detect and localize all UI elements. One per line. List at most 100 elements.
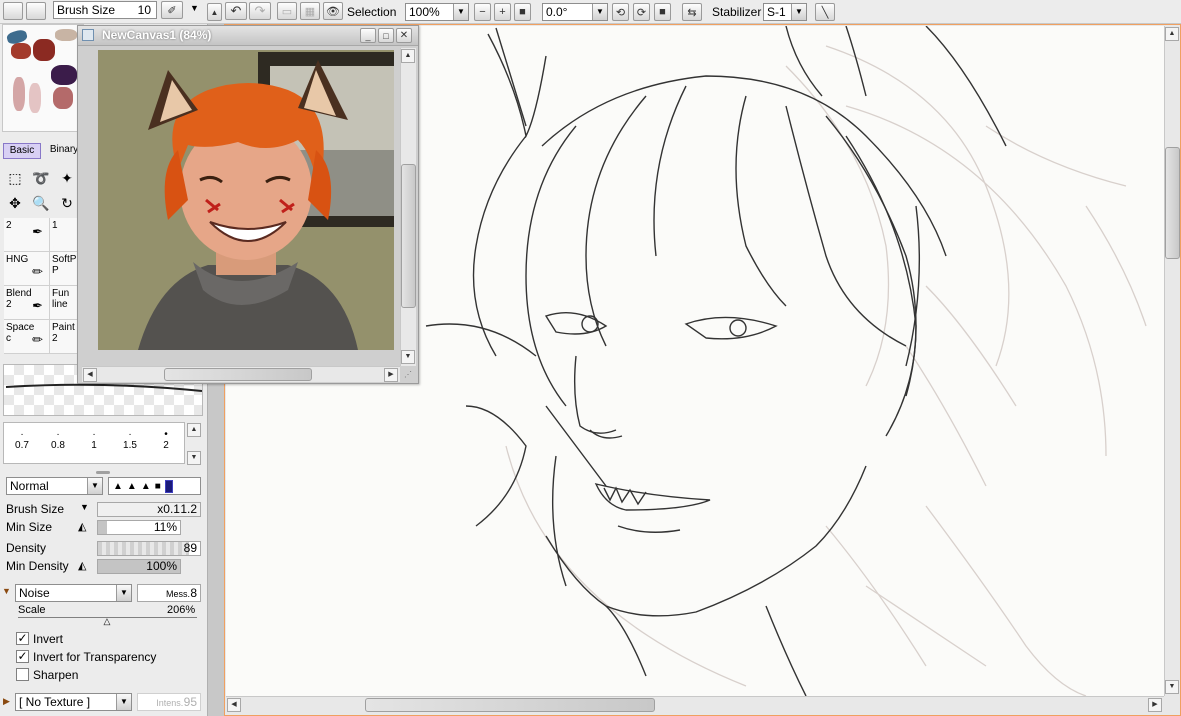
density-slider[interactable]: 89 xyxy=(97,541,201,556)
rect-select-icon[interactable]: ⬚ xyxy=(4,167,26,189)
pressure-icon[interactable]: ◭ xyxy=(78,520,86,533)
zoom-out-button[interactable]: − xyxy=(474,3,491,21)
shape-square-icon[interactable]: ■ xyxy=(164,479,173,493)
minimize-button[interactable]: _ xyxy=(360,28,376,43)
blend-mode-arrow[interactable]: ▼ xyxy=(87,478,102,494)
presets-scroll-up[interactable]: ▲ xyxy=(187,423,201,437)
invert-selection-icon[interactable]: ▦ xyxy=(300,2,320,20)
texture2-arrow[interactable]: ▼ xyxy=(116,694,131,710)
shape-medium-icon[interactable]: ▲ xyxy=(127,481,137,492)
redo-icon[interactable]: ↷ xyxy=(249,2,271,20)
brush-size-field[interactable]: Brush Size 10 xyxy=(53,1,157,19)
canvas-vscroll-thumb[interactable] xyxy=(1165,147,1180,260)
size-preset[interactable]: • 2 xyxy=(148,429,184,451)
min-size-fill xyxy=(98,521,108,534)
undo-icon[interactable]: ↶ xyxy=(225,2,247,20)
zoom-reset-button[interactable]: ■ xyxy=(514,3,531,21)
size-preset[interactable]: · 1.5 xyxy=(112,429,148,451)
zoom-icon[interactable]: 🔍 xyxy=(30,192,52,214)
pressure-icon[interactable]: ◭ xyxy=(78,559,86,572)
lasso-icon[interactable]: ➰ xyxy=(30,167,52,189)
selection-eye-icon[interactable]: 👁 xyxy=(323,2,343,20)
expand-arrow-icon[interactable]: ▶ xyxy=(3,696,10,707)
presets-scroll-down[interactable]: ▼ xyxy=(187,451,201,465)
scroll-up-icon[interactable]: ▲ xyxy=(207,3,222,21)
texture2-select[interactable]: [ No Texture ] ▼ xyxy=(15,693,132,711)
left-nav-button[interactable] xyxy=(3,2,23,20)
brush-shape-selector[interactable]: ▲ ▲ ▲ ■ ■ xyxy=(108,477,201,495)
navigator-vertical-scrollbar[interactable]: ▲ ▼ xyxy=(400,48,416,366)
nav-scroll-up[interactable]: ▲ xyxy=(401,49,415,63)
close-button[interactable]: ✕ xyxy=(396,28,412,43)
brush-size-slider[interactable]: x0.1 1.2 xyxy=(97,502,201,517)
right-nav-button[interactable] xyxy=(26,2,46,20)
nav-scroll-down[interactable]: ▼ xyxy=(401,350,415,364)
color-mixer[interactable] xyxy=(2,24,84,132)
scroll-up-arrow[interactable]: ▲ xyxy=(1165,27,1179,41)
brush-cell[interactable]: 1 xyxy=(50,218,78,252)
mess-slider[interactable]: Mess. 8 xyxy=(137,584,201,602)
brush-cell[interactable]: Fun line xyxy=(50,286,78,320)
min-size-slider[interactable]: 11% xyxy=(97,520,181,535)
sharpen-checkbox[interactable] xyxy=(16,668,29,681)
scroll-right-arrow[interactable]: ▶ xyxy=(1148,698,1162,712)
shape-sharp-icon[interactable]: ▲ xyxy=(113,481,123,492)
rotation-dropdown-arrow[interactable]: ▼ xyxy=(592,4,607,20)
nav-hscroll-thumb[interactable] xyxy=(164,368,312,381)
nav-scroll-right[interactable]: ▶ xyxy=(384,368,398,382)
brush-cell[interactable]: Space c ✏ xyxy=(4,320,50,354)
canvas-horizontal-scrollbar[interactable]: ◀ ▶ xyxy=(226,696,1164,713)
size-preset[interactable]: · 1 xyxy=(76,429,112,451)
min-density-label: Min Density xyxy=(6,559,69,573)
brush-cell[interactable]: 2 ✒ xyxy=(4,218,50,252)
brush-cell[interactable]: HNG ✏ xyxy=(4,252,50,286)
shape-flat-icon[interactable]: ■ xyxy=(155,481,161,492)
resize-grip[interactable] xyxy=(96,471,110,474)
brush-cell[interactable]: Blend 2 ✒ xyxy=(4,286,50,320)
zoom-in-button[interactable]: + xyxy=(494,3,511,21)
invert-checkbox[interactable]: ✓ xyxy=(16,632,29,645)
rotate-view-icon[interactable]: ↻ xyxy=(56,192,78,214)
zoom-dropdown-arrow[interactable]: ▼ xyxy=(453,4,468,20)
rotate-left-button[interactable]: ⟲ xyxy=(612,3,629,21)
rotation-select[interactable]: 0.0° ▼ xyxy=(542,3,608,21)
scroll-left-arrow[interactable]: ◀ xyxy=(227,698,241,712)
window-icon xyxy=(82,29,94,41)
tab-basic[interactable]: Basic xyxy=(3,143,41,159)
blend-mode-select[interactable]: Normal ▼ xyxy=(6,477,103,495)
size-preset[interactable]: · 0.7 xyxy=(4,429,40,451)
canvas-hscroll-thumb[interactable] xyxy=(365,698,656,712)
deselect-icon[interactable]: ▭ xyxy=(277,2,297,20)
brush-cell[interactable]: Paint 2 xyxy=(50,320,78,354)
move-icon[interactable]: ✥ xyxy=(4,192,26,214)
eraser-icon[interactable]: ✐ xyxy=(161,1,183,19)
navigator-titlebar[interactable]: NewCanvas1 (84%) _ □ ✕ xyxy=(78,26,418,46)
min-density-slider[interactable]: 100% xyxy=(97,559,181,574)
zoom-select[interactable]: 100% ▼ xyxy=(405,3,469,21)
scroll-down-arrow[interactable]: ▼ xyxy=(1165,680,1179,694)
texture-arrow[interactable]: ▼ xyxy=(116,585,131,601)
texture-select[interactable]: Noise ▼ xyxy=(15,584,132,602)
size-preset[interactable]: · 0.8 xyxy=(40,429,76,451)
resize-grip-icon[interactable]: ⋰ xyxy=(404,370,412,379)
flip-icon[interactable]: ⇆ xyxy=(682,3,702,21)
intens-slider[interactable]: Intens. 95 xyxy=(137,693,201,711)
navigator-horizontal-scrollbar[interactable]: ◀ ▶ xyxy=(82,366,400,382)
rotation-reset-button[interactable]: ■ xyxy=(654,3,671,21)
chevron-down-icon[interactable]: ▼ xyxy=(190,3,199,13)
canvas-vertical-scrollbar[interactable]: ▲ ▼ xyxy=(1164,26,1180,696)
collapse-arrow-icon[interactable]: ▼ xyxy=(2,586,11,596)
straight-line-icon[interactable]: ╲ xyxy=(815,3,835,21)
brush-size-dropdown-icon[interactable]: ▼ xyxy=(80,502,89,512)
stabilizer-select[interactable]: S-1 ▼ xyxy=(763,3,807,21)
brush-cell[interactable]: SoftP P xyxy=(50,252,78,286)
nav-scroll-left[interactable]: ◀ xyxy=(83,368,97,382)
shape-round-icon[interactable]: ▲ xyxy=(141,481,151,492)
rotate-right-button[interactable]: ⟳ xyxy=(633,3,650,21)
nav-vscroll-thumb[interactable] xyxy=(401,164,416,308)
scale-slider-thumb[interactable]: △ xyxy=(104,617,111,626)
stabilizer-dropdown-arrow[interactable]: ▼ xyxy=(791,4,806,20)
invert-transparency-checkbox[interactable]: ✓ xyxy=(16,650,29,663)
maximize-button[interactable]: □ xyxy=(378,28,394,43)
magic-wand-icon[interactable]: ✦ xyxy=(56,167,78,189)
